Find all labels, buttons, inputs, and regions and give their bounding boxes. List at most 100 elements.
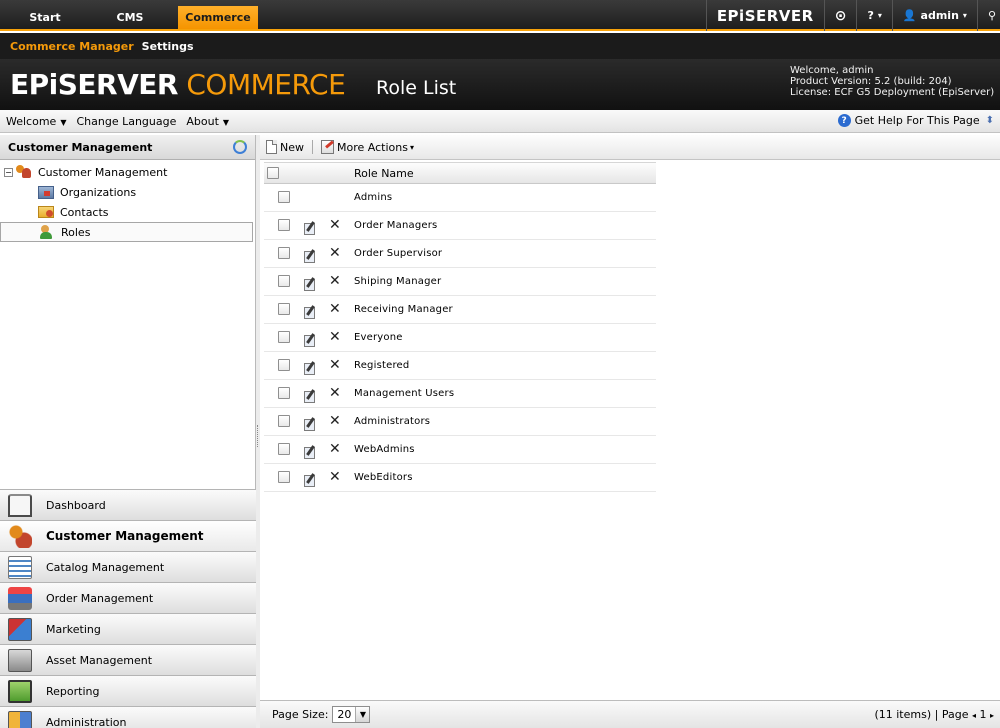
accordion-catalog-management[interactable]: Catalog Management bbox=[0, 551, 256, 582]
marketing-icon bbox=[8, 618, 32, 641]
delete-icon[interactable]: ✕ bbox=[329, 330, 341, 344]
delete-icon[interactable]: ✕ bbox=[329, 386, 341, 400]
edit-icon[interactable] bbox=[304, 417, 316, 431]
edit-icon[interactable] bbox=[304, 221, 316, 235]
tree-item-roles[interactable]: Roles bbox=[0, 222, 253, 242]
delete-icon[interactable]: ✕ bbox=[329, 414, 341, 428]
left-panel-header: Customer Management bbox=[0, 135, 255, 160]
pager-bar: Page Size: 20 ▼ (11 items) | Page ◂ 1 ▸ bbox=[260, 700, 1000, 728]
view-eye-icon[interactable]: ⊙ bbox=[823, 0, 857, 31]
accordion-marketing[interactable]: Marketing bbox=[0, 613, 256, 644]
edit-icon[interactable] bbox=[304, 249, 316, 263]
edit-icon[interactable] bbox=[304, 361, 316, 375]
current-page[interactable]: 1 bbox=[979, 708, 986, 721]
accordion-dashboard[interactable]: Dashboard bbox=[0, 489, 256, 520]
license-text: License: ECF G5 Deployment (EpiServer) bbox=[790, 87, 995, 98]
role-name-cell: WebEditors bbox=[354, 472, 413, 483]
table-row[interactable]: ✕ WebEditors bbox=[264, 464, 656, 492]
page-title: Role List bbox=[376, 77, 457, 99]
edit-icon[interactable] bbox=[304, 305, 316, 319]
edit-icon[interactable] bbox=[304, 277, 316, 291]
table-row[interactable]: ✕ Order Supervisor bbox=[264, 240, 656, 268]
left-panel: Customer Management − Customer Managemen… bbox=[0, 135, 256, 728]
delete-icon[interactable]: ✕ bbox=[329, 358, 341, 372]
delete-icon[interactable]: ✕ bbox=[329, 218, 341, 232]
user-menu[interactable]: 👤 admin ▾ bbox=[891, 0, 977, 31]
row-checkbox[interactable] bbox=[278, 275, 290, 287]
delete-icon[interactable]: ✕ bbox=[329, 302, 341, 316]
table-row[interactable]: ✕ WebAdmins bbox=[264, 436, 656, 464]
edit-icon[interactable] bbox=[304, 445, 316, 459]
collapse-icon[interactable]: − bbox=[4, 167, 13, 177]
table-row[interactable]: ✕ Administrators bbox=[264, 408, 656, 436]
refresh-icon[interactable] bbox=[233, 140, 247, 154]
asset-icon bbox=[8, 649, 32, 672]
table-row[interactable]: Admins bbox=[264, 184, 656, 212]
select-all-checkbox[interactable] bbox=[267, 167, 279, 179]
help-menu[interactable]: ? ▾ bbox=[856, 0, 891, 31]
customers-icon bbox=[16, 165, 32, 179]
row-checkbox[interactable] bbox=[278, 331, 290, 343]
row-checkbox[interactable] bbox=[278, 303, 290, 315]
delete-icon[interactable]: ✕ bbox=[329, 274, 341, 288]
row-checkbox[interactable] bbox=[278, 359, 290, 371]
row-checkbox[interactable] bbox=[278, 415, 290, 427]
grid-rows: Admins ✕ Order Managers ✕ Order Supervisor ✕ S… bbox=[264, 184, 656, 492]
accordion-reporting[interactable]: Reporting bbox=[0, 675, 256, 706]
tab-cms[interactable]: CMS bbox=[100, 6, 160, 29]
row-checkbox[interactable] bbox=[278, 191, 290, 203]
table-row[interactable]: ✕ Order Managers bbox=[264, 212, 656, 240]
column-header-role-name[interactable]: Role Name bbox=[354, 167, 414, 180]
tree-item-customer-management[interactable]: − Customer Management bbox=[0, 162, 255, 182]
grid-toolbar: New More Actions ▾ bbox=[260, 135, 1000, 160]
module-accordion: Dashboard Customer Management Catalog Ma… bbox=[0, 489, 256, 728]
role-name-cell: Administrators bbox=[354, 416, 431, 427]
delete-icon[interactable]: ✕ bbox=[329, 246, 341, 260]
tree-item-organizations[interactable]: Organizations bbox=[0, 182, 255, 202]
menu-welcome[interactable]: Welcome ▼ bbox=[6, 115, 66, 128]
delete-icon[interactable]: ✕ bbox=[329, 442, 341, 456]
pager-status: (11 items) | Page ◂ 1 ▸ bbox=[874, 708, 994, 721]
table-row[interactable]: ✕ Everyone bbox=[264, 324, 656, 352]
new-button[interactable]: New bbox=[266, 140, 304, 154]
role-name-cell: Registered bbox=[354, 360, 410, 371]
accordion-order-management[interactable]: Order Management bbox=[0, 582, 256, 613]
contacts-icon bbox=[38, 206, 54, 218]
row-checkbox[interactable] bbox=[278, 247, 290, 259]
page-size-select[interactable]: 20 ▼ bbox=[332, 706, 371, 723]
accordion-administration[interactable]: Administration bbox=[0, 706, 256, 728]
row-checkbox[interactable] bbox=[278, 387, 290, 399]
next-page-icon[interactable]: ▸ bbox=[990, 711, 994, 720]
collapse-toggle-icon[interactable]: ⬍ bbox=[986, 115, 994, 126]
edit-icon[interactable] bbox=[304, 389, 316, 403]
role-name-cell: Order Managers bbox=[354, 220, 438, 231]
table-row[interactable]: ✕ Management Users bbox=[264, 380, 656, 408]
more-actions-button[interactable]: More Actions ▾ bbox=[321, 140, 414, 154]
episerver-logo: EPiSERVER bbox=[705, 0, 824, 31]
app-header: EPiSERVER COMMERCE Role List Welcome, ad… bbox=[0, 59, 1000, 110]
dropdown-arrow-icon: ▼ bbox=[355, 707, 370, 722]
search-icon[interactable]: ⚲ bbox=[976, 0, 1000, 31]
accordion-customer-management[interactable]: Customer Management bbox=[0, 520, 256, 551]
edit-icon[interactable] bbox=[304, 473, 316, 487]
tab-commerce[interactable]: Commerce bbox=[178, 6, 258, 29]
get-help-link[interactable]: ? Get Help For This Page ⬍ bbox=[837, 114, 994, 127]
subnav-commerce-manager[interactable]: Commerce Manager bbox=[10, 40, 134, 53]
new-document-icon bbox=[266, 140, 277, 154]
tab-start[interactable]: Start bbox=[15, 6, 75, 29]
row-checkbox[interactable] bbox=[278, 443, 290, 455]
prev-page-icon[interactable]: ◂ bbox=[972, 711, 976, 720]
menu-change-language[interactable]: Change Language bbox=[76, 115, 176, 128]
delete-icon[interactable]: ✕ bbox=[329, 470, 341, 484]
subnav-settings[interactable]: Settings bbox=[142, 40, 194, 53]
menu-about[interactable]: About ▼ bbox=[186, 115, 229, 128]
edit-icon[interactable] bbox=[304, 333, 316, 347]
accordion-asset-management[interactable]: Asset Management bbox=[0, 644, 256, 675]
tree-item-contacts[interactable]: Contacts bbox=[0, 202, 255, 222]
row-checkbox[interactable] bbox=[278, 471, 290, 483]
table-row[interactable]: ✕ Shiping Manager bbox=[264, 268, 656, 296]
role-name-cell: Order Supervisor bbox=[354, 248, 443, 259]
table-row[interactable]: ✕ Receiving Manager bbox=[264, 296, 656, 324]
row-checkbox[interactable] bbox=[278, 219, 290, 231]
table-row[interactable]: ✕ Registered bbox=[264, 352, 656, 380]
